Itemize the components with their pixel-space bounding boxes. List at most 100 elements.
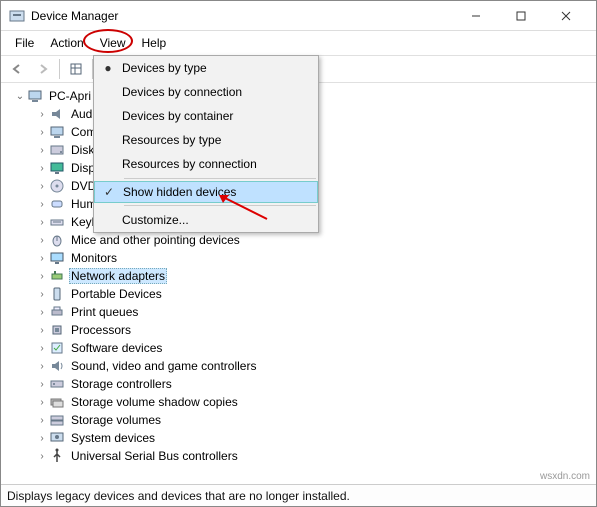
tree-item-label: Processors [69, 323, 133, 337]
expand-icon[interactable]: › [35, 413, 49, 427]
menu-help[interactable]: Help [134, 33, 175, 53]
menu-bar: File Action View Help [1, 31, 596, 55]
expand-icon[interactable]: › [35, 215, 49, 229]
tree-item-system[interactable]: ›System devices [7, 429, 596, 447]
back-button[interactable] [5, 58, 29, 80]
expand-icon[interactable]: › [35, 395, 49, 409]
tree-item-volume[interactable]: › Storage volumes [7, 411, 596, 429]
usb-icon [49, 448, 65, 464]
printer-icon [49, 304, 65, 320]
app-icon [9, 8, 25, 24]
tree-item-label: Software devices [69, 341, 164, 355]
tree-item-label: Aud [69, 107, 94, 121]
watermark: wsxdn.com [540, 471, 590, 482]
radio-dot-icon: ● [94, 61, 122, 75]
expand-icon[interactable]: › [35, 341, 49, 355]
storage-icon [49, 376, 65, 392]
menu-resources-by-type[interactable]: Resources by type [94, 128, 318, 152]
toolbar-separator [59, 59, 60, 79]
menu-show-hidden-devices[interactable]: ✓ Show hidden devices [94, 181, 318, 203]
expand-icon[interactable]: › [35, 377, 49, 391]
tree-item-network[interactable]: › Network adapters [7, 267, 596, 285]
shadow-icon [49, 394, 65, 410]
menu-action[interactable]: Action [42, 33, 91, 53]
tree-item-portable[interactable]: ›Portable Devices [7, 285, 596, 303]
tree-item-sound[interactable]: › Sound, video and game controllers [7, 357, 596, 375]
menu-item-label: Customize... [122, 213, 318, 227]
expand-icon[interactable]: › [35, 233, 49, 247]
expand-icon[interactable]: › [35, 323, 49, 337]
audio-icon [49, 106, 65, 122]
minimize-button[interactable] [453, 2, 498, 30]
menu-view[interactable]: View [92, 33, 134, 53]
check-icon: ✓ [95, 185, 123, 199]
expand-icon[interactable]: › [35, 359, 49, 373]
portable-icon [49, 286, 65, 302]
cpu-icon [49, 322, 65, 338]
display-icon [49, 160, 65, 176]
menu-item-label: Devices by container [122, 109, 318, 123]
status-bar: Displays legacy devices and devices that… [1, 484, 596, 506]
collapse-icon[interactable]: ⌄ [13, 89, 27, 103]
expand-icon[interactable]: › [35, 269, 49, 283]
tree-item-label: Monitors [69, 251, 119, 265]
window-title: Device Manager [31, 9, 453, 23]
sound-icon [49, 358, 65, 374]
expand-icon[interactable]: › [35, 179, 49, 193]
tree-item-shadow[interactable]: › Storage volume shadow copies [7, 393, 596, 411]
expand-icon[interactable]: › [35, 161, 49, 175]
expand-icon[interactable]: › [35, 449, 49, 463]
tree-item-storage[interactable]: › Storage controllers [7, 375, 596, 393]
tree-item-printer[interactable]: › Print queues [7, 303, 596, 321]
tree-item-usb[interactable]: › Universal Serial Bus controllers [7, 447, 596, 465]
menu-item-label: Devices by type [122, 61, 318, 75]
close-button[interactable] [543, 2, 588, 30]
menu-devices-by-container[interactable]: Devices by container [94, 104, 318, 128]
menu-item-label: Devices by connection [122, 85, 318, 99]
status-text: Displays legacy devices and devices that… [7, 489, 350, 503]
tree-item-cpu[interactable]: › Processors [7, 321, 596, 339]
tree-item-label: Network adapters [69, 268, 167, 284]
expand-icon[interactable]: › [35, 197, 49, 211]
tree-item-software[interactable]: › Software devices [7, 339, 596, 357]
monitor-icon [49, 250, 65, 266]
tree-item-monitor[interactable]: › Monitors [7, 249, 596, 267]
expand-icon[interactable]: › [35, 287, 49, 301]
system-icon [49, 430, 65, 446]
keyboard-icon [49, 214, 65, 230]
software-icon [49, 340, 65, 356]
tree-item-label: Print queues [69, 305, 140, 319]
menu-resources-by-connection[interactable]: Resources by connection [94, 152, 318, 176]
tree-item-label: Storage volumes [69, 413, 163, 427]
expand-icon[interactable]: › [35, 143, 49, 157]
properties-button[interactable] [64, 58, 88, 80]
menu-file[interactable]: File [7, 33, 42, 53]
network-icon [49, 268, 65, 284]
menu-devices-by-connection[interactable]: Devices by connection [94, 80, 318, 104]
tree-item-label: Sound, video and game controllers [69, 359, 258, 373]
forward-button[interactable] [31, 58, 55, 80]
expand-icon[interactable]: › [35, 431, 49, 445]
tree-item-label: Universal Serial Bus controllers [69, 449, 240, 463]
tree-item-label: Mice and other pointing devices [69, 233, 242, 247]
title-bar: Device Manager [1, 1, 596, 31]
expand-icon[interactable]: › [35, 125, 49, 139]
menu-devices-by-type[interactable]: ● Devices by type [94, 56, 318, 80]
device-manager-window: Device Manager File Action View Help ⌄ PC… [0, 0, 597, 507]
view-dropdown: ● Devices by type Devices by connection … [93, 55, 319, 233]
computer-icon [49, 124, 65, 140]
expand-icon[interactable]: › [35, 251, 49, 265]
tree-item-label: Storage controllers [69, 377, 174, 391]
volume-icon [49, 412, 65, 428]
tree-item-mouse[interactable]: › Mice and other pointing devices [7, 231, 596, 249]
expand-icon[interactable]: › [35, 305, 49, 319]
maximize-button[interactable] [498, 2, 543, 30]
menu-item-label: Show hidden devices [123, 185, 317, 199]
expand-icon[interactable]: › [35, 107, 49, 121]
tree-item-label: Storage volume shadow copies [69, 395, 240, 409]
menu-separator [124, 178, 316, 179]
menu-customize[interactable]: Customize... [94, 208, 318, 232]
disk-icon [49, 142, 65, 158]
tree-root-label: PC-Apri [47, 89, 93, 103]
menu-item-label: Resources by type [122, 133, 318, 147]
